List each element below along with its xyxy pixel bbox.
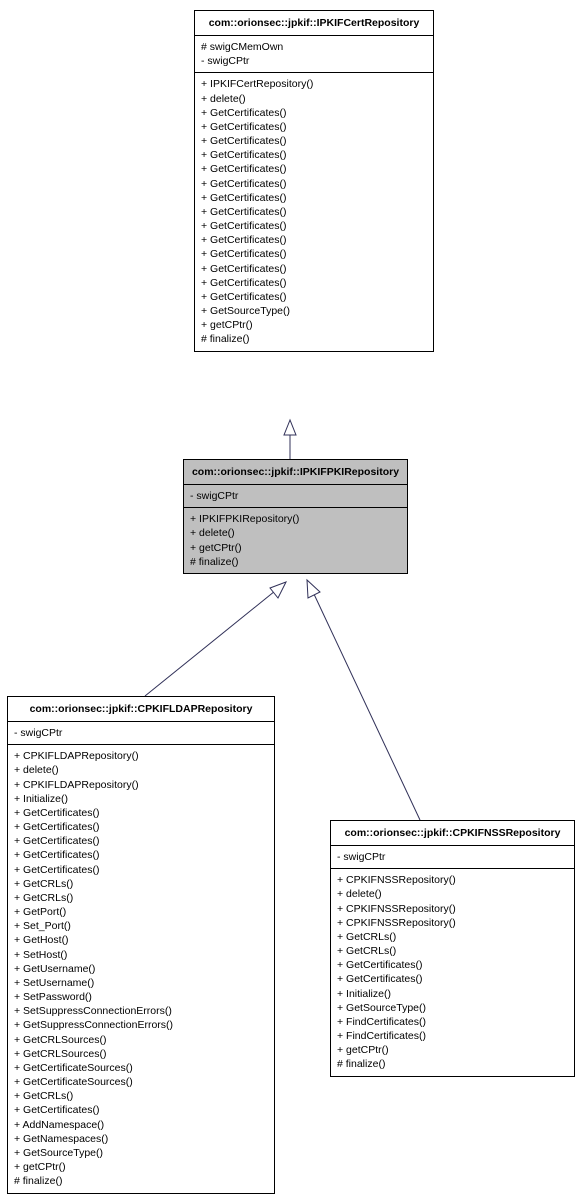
operation-line: + GetCRLs() <box>14 1089 268 1103</box>
class-title: com::orionsec::jpkif::IPKIFCertRepositor… <box>195 11 433 36</box>
attribute-line: # swigCMemOwn <box>201 40 427 54</box>
operation-line: + GetCertificates() <box>201 134 427 148</box>
operation-line: + SetPassword() <box>14 990 268 1004</box>
operation-line: + GetCertificates() <box>14 834 268 848</box>
operation-line: + Set_Port() <box>14 919 268 933</box>
operation-line: + delete() <box>190 526 401 540</box>
class-operations: + CPKIFNSSRepository()+ delete()+ CPKIFN… <box>331 869 574 1075</box>
operation-line: + GetCertificates() <box>201 276 427 290</box>
operation-line: + delete() <box>14 763 268 777</box>
operation-line: + GetCertificates() <box>337 972 568 986</box>
class-operations: + IPKIFPKIRepository()+ delete()+ getCPt… <box>184 508 407 573</box>
class-attributes: # swigCMemOwn- swigCPtr <box>195 36 433 73</box>
operation-line: # finalize() <box>337 1057 568 1071</box>
operation-line: + GetSourceType() <box>201 304 427 318</box>
class-title: com::orionsec::jpkif::CPKIFLDAPRepositor… <box>8 697 274 722</box>
operation-line: + GetCertificates() <box>201 106 427 120</box>
operation-line: + GetCertificates() <box>201 290 427 304</box>
class-title: com::orionsec::jpkif::CPKIFNSSRepository <box>331 821 574 846</box>
operation-line: + GetCertificateSources() <box>14 1075 268 1089</box>
operation-line: + GetCRLs() <box>337 944 568 958</box>
operation-line: + GetCRLSources() <box>14 1047 268 1061</box>
class-ipkifcertrepository: com::orionsec::jpkif::IPKIFCertRepositor… <box>194 10 434 352</box>
operation-line: + GetCertificates() <box>201 233 427 247</box>
class-attributes: - swigCPtr <box>8 722 274 745</box>
class-operations: + CPKIFLDAPRepository()+ delete()+ CPKIF… <box>8 745 274 1192</box>
operation-line: + GetCertificates() <box>14 863 268 877</box>
operation-line: + GetCertificates() <box>201 177 427 191</box>
operation-line: + Initialize() <box>337 987 568 1001</box>
operation-line: + GetSourceType() <box>14 1146 268 1160</box>
class-cpkifldaprepository: com::orionsec::jpkif::CPKIFLDAPRepositor… <box>7 696 275 1194</box>
operation-line: + GetCRLs() <box>14 891 268 905</box>
operation-line: + GetCertificates() <box>201 191 427 205</box>
operation-line: + FindCertificates() <box>337 1015 568 1029</box>
operation-line: + GetCertificates() <box>14 848 268 862</box>
class-operations: + IPKIFCertRepository()+ delete()+ GetCe… <box>195 73 433 350</box>
operation-line: + SetHost() <box>14 948 268 962</box>
operation-line: + GetCRLs() <box>14 877 268 891</box>
operation-line: + GetCRLs() <box>337 930 568 944</box>
operation-line: + GetCertificates() <box>14 806 268 820</box>
operation-line: + AddNamespace() <box>14 1118 268 1132</box>
attribute-line: - swigCPtr <box>337 850 568 864</box>
attribute-line: - swigCPtr <box>201 54 427 68</box>
attribute-line: - swigCPtr <box>190 489 401 503</box>
operation-line: + getCPtr() <box>190 541 401 555</box>
class-attributes: - swigCPtr <box>331 846 574 869</box>
operation-line: + GetCertificates() <box>201 247 427 261</box>
operation-line: + GetPort() <box>14 905 268 919</box>
operation-line: + GetCertificates() <box>201 148 427 162</box>
operation-line: + CPKIFLDAPRepository() <box>14 778 268 792</box>
diagram-canvas: com::orionsec::jpkif::IPKIFCertRepositor… <box>0 0 584 1179</box>
operation-line: + GetCertificates() <box>337 958 568 972</box>
operation-line: + getCPtr() <box>201 318 427 332</box>
operation-line: + GetCertificates() <box>14 820 268 834</box>
operation-line: + delete() <box>337 887 568 901</box>
class-title: com::orionsec::jpkif::IPKIFPKIRepository <box>184 460 407 485</box>
operation-line: + GetCertificateSources() <box>14 1061 268 1075</box>
operation-line: + GetSourceType() <box>337 1001 568 1015</box>
operation-line: + FindCertificates() <box>337 1029 568 1043</box>
operation-line: + GetCertificates() <box>201 219 427 233</box>
operation-line: + IPKIFPKIRepository() <box>190 512 401 526</box>
operation-line: + IPKIFCertRepository() <box>201 77 427 91</box>
operation-line: + getCPtr() <box>337 1043 568 1057</box>
operation-line: + GetCRLSources() <box>14 1033 268 1047</box>
operation-line: + SetUsername() <box>14 976 268 990</box>
operation-line: # finalize() <box>14 1174 268 1188</box>
operation-line: + CPKIFNSSRepository() <box>337 873 568 887</box>
operation-line: + CPKIFNSSRepository() <box>337 916 568 930</box>
operation-line: + GetCertificates() <box>201 262 427 276</box>
operation-line: + CPKIFLDAPRepository() <box>14 749 268 763</box>
operation-line: + GetCertificates() <box>201 205 427 219</box>
operation-line: + GetNamespaces() <box>14 1132 268 1146</box>
operation-line: + GetCertificates() <box>201 162 427 176</box>
operation-line: + GetCertificates() <box>14 1103 268 1117</box>
class-cpkifnssrepository: com::orionsec::jpkif::CPKIFNSSRepository… <box>330 820 575 1077</box>
operation-line: + GetSuppressConnectionErrors() <box>14 1018 268 1032</box>
operation-line: + getCPtr() <box>14 1160 268 1174</box>
operation-line: + GetCertificates() <box>201 120 427 134</box>
operation-line: + delete() <box>201 92 427 106</box>
operation-line: + GetHost() <box>14 933 268 947</box>
operation-line: + SetSuppressConnectionErrors() <box>14 1004 268 1018</box>
operation-line: + CPKIFNSSRepository() <box>337 902 568 916</box>
operation-line: # finalize() <box>201 332 427 346</box>
operation-line: + Initialize() <box>14 792 268 806</box>
operation-line: + GetUsername() <box>14 962 268 976</box>
operation-line: # finalize() <box>190 555 401 569</box>
attribute-line: - swigCPtr <box>14 726 268 740</box>
class-ipkifpkirepository: com::orionsec::jpkif::IPKIFPKIRepository… <box>183 459 408 574</box>
class-attributes: - swigCPtr <box>184 485 407 508</box>
